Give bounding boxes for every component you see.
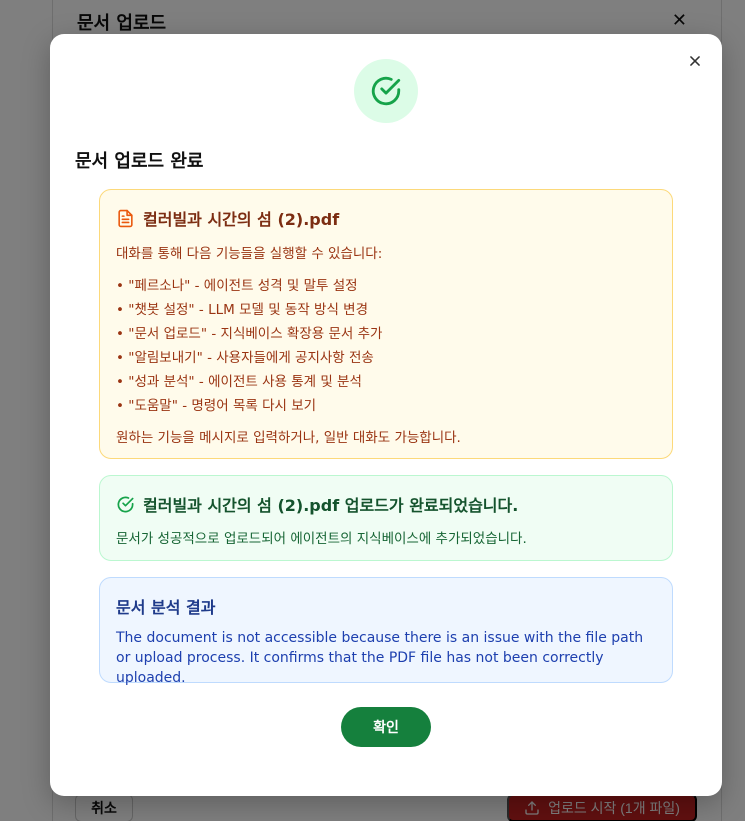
feature-list: • "페르소나" - 에이전트 성격 및 말투 설정 • "챗봇 설정" - L… xyxy=(116,274,656,418)
feature-outro: 원하는 기능을 메시지로 입력하거나, 일반 대화도 가능합니다. xyxy=(116,430,461,446)
upload-success-text: 문서가 성공적으로 업로드되어 에이전트의 지식베이스에 추가되었습니다. xyxy=(116,531,527,547)
upload-success-card: 컬러빌과 시간의 섬 (2).pdf 업로드가 완료되었습니다. 문서가 성공적… xyxy=(99,475,673,561)
upload-success-title: 컬러빌과 시간의 섬 (2).pdf 업로드가 완료되었습니다. xyxy=(143,496,519,515)
feature-item: • "알림보내기" - 사용자들에게 공지사항 전송 xyxy=(116,350,374,366)
analysis-result-card: 문서 분석 결과 The document is not accessible … xyxy=(99,577,673,686)
confirm-button[interactable]: 확인 xyxy=(341,707,431,747)
feature-info-card: 컬러빌과 시간의 섬 (2).pdf 대화를 통해 다음 기능들을 실행할 수 … xyxy=(99,189,673,459)
feature-item: • "문서 업로드" - 지식베이스 확장용 문서 추가 xyxy=(116,326,383,342)
close-icon xyxy=(690,56,700,66)
document-icon xyxy=(118,209,133,227)
feature-item: • "도움말" - 명령어 목록 다시 보기 xyxy=(116,398,317,414)
analysis-result-text: The document is not accessible because t… xyxy=(116,630,644,686)
upload-complete-modal: 문서 업로드 완료 컬러빌과 시간의 섬 (2).pdf 대화를 통해 다음 기… xyxy=(50,34,722,796)
modal-title: 문서 업로드 완료 xyxy=(75,151,204,172)
feature-item: • "성과 분석" - 에이전트 사용 통계 및 분석 xyxy=(116,374,362,390)
check-circle-icon xyxy=(117,496,134,512)
success-badge xyxy=(354,59,418,123)
close-button[interactable] xyxy=(684,50,706,72)
feature-item: • "페르소나" - 에이전트 성격 및 말투 설정 xyxy=(116,278,358,294)
feature-item: • "챗봇 설정" - LLM 모델 및 동작 방식 변경 xyxy=(116,302,369,318)
analysis-result-title: 문서 분석 결과 xyxy=(116,598,216,617)
check-circle-icon xyxy=(371,76,401,106)
feature-intro: 대화를 통해 다음 기능들을 실행할 수 있습니다: xyxy=(116,246,383,262)
file-name: 컬러빌과 시간의 섬 (2).pdf xyxy=(143,210,340,229)
